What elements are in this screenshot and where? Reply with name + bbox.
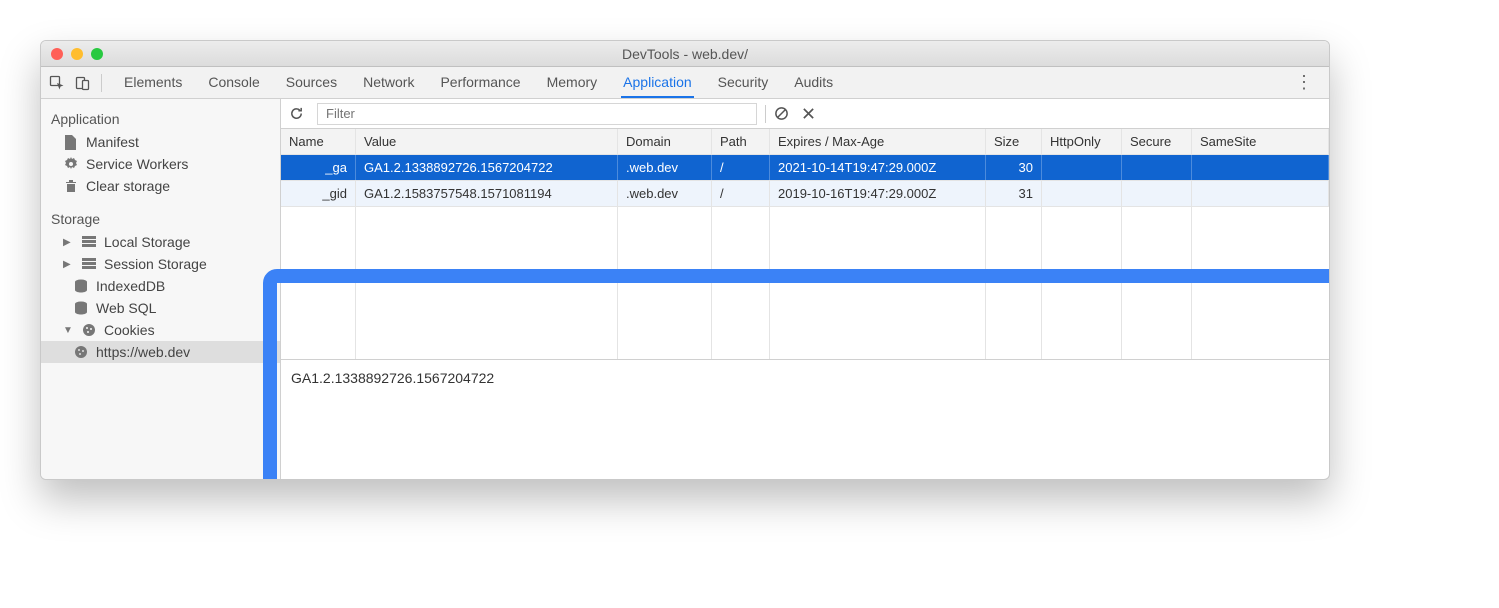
cookie-detail-pane: GA1.2.1338892726.1567204722 <box>281 359 1329 479</box>
storage-icon <box>81 235 96 250</box>
cookie-icon <box>73 345 88 360</box>
sidebar-header-storage: Storage <box>41 207 280 231</box>
chevron-down-icon: ▼ <box>63 325 73 336</box>
trash-icon <box>63 179 78 194</box>
cell: GA1.2.1583757548.1571081194 <box>356 181 618 206</box>
cell <box>1192 181 1329 206</box>
tab-performance[interactable]: Performance <box>438 68 522 97</box>
divider <box>765 105 766 123</box>
sidebar: Application Manifest Service Workers Cle… <box>41 99 281 479</box>
storage-icon <box>81 257 96 272</box>
cell: / <box>712 155 770 180</box>
cell <box>1122 181 1192 206</box>
sidebar-header-application: Application <box>41 107 280 131</box>
refresh-button[interactable] <box>289 106 309 121</box>
clear-all-button[interactable] <box>774 106 794 121</box>
minimize-window-button[interactable] <box>71 48 83 60</box>
th-size[interactable]: Size <box>986 129 1042 154</box>
cell <box>1122 155 1192 180</box>
more-menu-icon[interactable]: ⋮ <box>1287 72 1321 93</box>
cell: 2021-10-14T19:47:29.000Z <box>770 155 986 180</box>
sidebar-item-clear-storage[interactable]: Clear storage <box>41 175 280 197</box>
filter-input[interactable] <box>317 103 757 125</box>
th-value[interactable]: Value <box>356 129 618 154</box>
sidebar-item-label: https://web.dev <box>96 344 190 360</box>
database-icon <box>73 279 88 294</box>
th-domain[interactable]: Domain <box>618 129 712 154</box>
th-expires[interactable]: Expires / Max-Age <box>770 129 986 154</box>
th-secure[interactable]: Secure <box>1122 129 1192 154</box>
devtools-window: DevTools - web.dev/ Elements Console Sourc… <box>40 40 1330 480</box>
file-icon <box>63 135 78 150</box>
cell: GA1.2.1338892726.1567204722 <box>356 155 618 180</box>
gear-icon <box>63 157 78 172</box>
table-header-row: Name Value Domain Path Expires / Max-Age… <box>281 129 1329 155</box>
tab-console[interactable]: Console <box>206 68 261 97</box>
sidebar-item-label: IndexedDB <box>96 278 165 294</box>
table-row[interactable]: _gidGA1.2.1583757548.1571081194.web.dev/… <box>281 181 1329 207</box>
traffic-lights <box>51 48 103 60</box>
sidebar-item-label: Clear storage <box>86 178 170 194</box>
chevron-right-icon: ▶ <box>63 237 73 248</box>
cell: 31 <box>986 181 1042 206</box>
sidebar-item-session-storage[interactable]: ▶ Session Storage <box>41 253 280 275</box>
sidebar-item-label: Cookies <box>104 322 155 338</box>
delete-selected-button[interactable] <box>802 107 822 120</box>
cell <box>1192 155 1329 180</box>
sidebar-item-label: Service Workers <box>86 156 188 172</box>
tabbar: Elements Console Sources Network Performance… <box>41 67 1329 99</box>
th-path[interactable]: Path <box>712 129 770 154</box>
sidebar-item-cookies[interactable]: ▼ Cookies <box>41 319 280 341</box>
cookies-table: Name Value Domain Path Expires / Max-Age… <box>281 129 1329 359</box>
main-panel: Name Value Domain Path Expires / Max-Age… <box>281 99 1329 479</box>
sidebar-item-service-workers[interactable]: Service Workers <box>41 153 280 175</box>
sidebar-item-label: Web SQL <box>96 300 156 316</box>
window-title: DevTools - web.dev/ <box>41 46 1329 62</box>
sidebar-item-local-storage[interactable]: ▶ Local Storage <box>41 231 280 253</box>
sidebar-item-indexeddb[interactable]: IndexedDB <box>41 275 280 297</box>
sidebar-item-websql[interactable]: Web SQL <box>41 297 280 319</box>
cookie-detail-value: GA1.2.1338892726.1567204722 <box>291 370 494 386</box>
table-row[interactable]: _gaGA1.2.1338892726.1567204722.web.dev/2… <box>281 155 1329 181</box>
tab-memory[interactable]: Memory <box>545 68 600 97</box>
cell: / <box>712 181 770 206</box>
tab-network[interactable]: Network <box>361 68 416 97</box>
inspect-icon[interactable] <box>49 75 65 91</box>
th-httponly[interactable]: HttpOnly <box>1042 129 1122 154</box>
tab-elements[interactable]: Elements <box>122 68 184 97</box>
tab-application[interactable]: Application <box>621 68 694 98</box>
tab-sources[interactable]: Sources <box>284 68 339 97</box>
titlebar: DevTools - web.dev/ <box>41 41 1329 67</box>
cell: .web.dev <box>618 155 712 180</box>
cookie-icon <box>81 323 96 338</box>
cell <box>1042 155 1122 180</box>
table-empty-area <box>281 207 1329 359</box>
th-name[interactable]: Name <box>281 129 356 154</box>
sidebar-item-manifest[interactable]: Manifest <box>41 131 280 153</box>
tab-audits[interactable]: Audits <box>792 68 835 97</box>
cell: 2019-10-16T19:47:29.000Z <box>770 181 986 206</box>
sidebar-item-label: Manifest <box>86 134 139 150</box>
device-toggle-icon[interactable] <box>75 75 91 91</box>
close-window-button[interactable] <box>51 48 63 60</box>
sidebar-item-cookie-origin[interactable]: https://web.dev <box>41 341 280 363</box>
cell <box>1042 181 1122 206</box>
zoom-window-button[interactable] <box>91 48 103 60</box>
database-icon <box>73 301 88 316</box>
th-samesite[interactable]: SameSite <box>1192 129 1329 154</box>
cookie-toolbar <box>281 99 1329 129</box>
chevron-right-icon: ▶ <box>63 259 73 270</box>
tab-security[interactable]: Security <box>716 68 771 97</box>
sidebar-item-label: Local Storage <box>104 234 190 250</box>
divider <box>101 74 102 92</box>
cell: 30 <box>986 155 1042 180</box>
cell: .web.dev <box>618 181 712 206</box>
cell: _gid <box>281 181 356 206</box>
cell: _ga <box>281 155 356 180</box>
sidebar-item-label: Session Storage <box>104 256 207 272</box>
